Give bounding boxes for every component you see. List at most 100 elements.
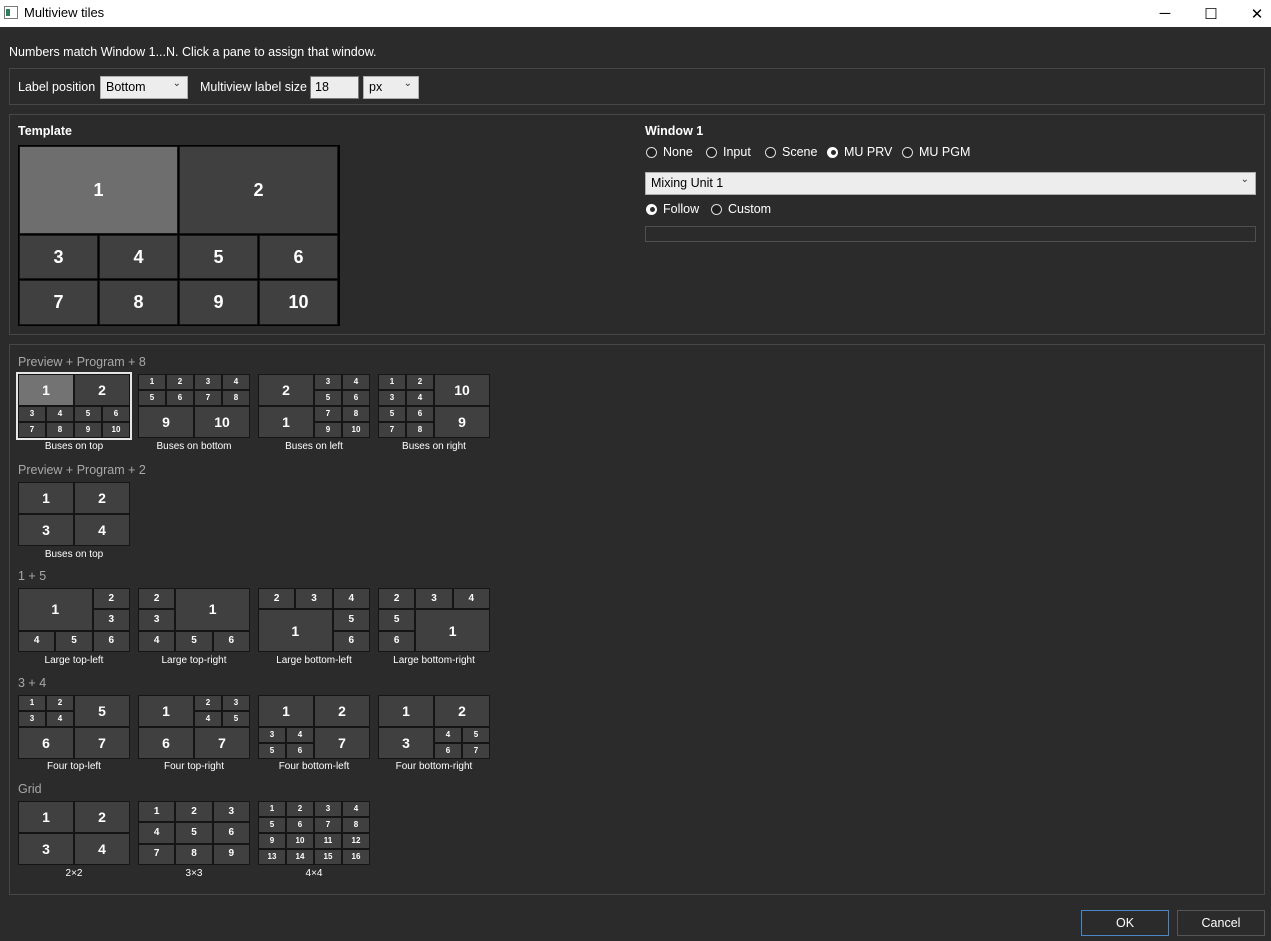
- mode-radio-custom[interactable]: Custom: [711, 202, 771, 216]
- section-title: 3 + 4: [18, 676, 47, 690]
- layout-thumb-l-br[interactable]: 234 561: [378, 588, 490, 652]
- thumb-pane: 4: [452, 588, 490, 610]
- minimize-button[interactable]: ─: [1142, 0, 1188, 27]
- thumb-pane: 8: [175, 843, 213, 865]
- thumb-pane: 11: [314, 833, 342, 849]
- cancel-button[interactable]: Cancel: [1177, 910, 1265, 936]
- thumb-pane: 5: [55, 630, 93, 652]
- thumb-pane: 4: [222, 374, 250, 390]
- layout-thumb-f-tl[interactable]: 1234567: [18, 695, 130, 759]
- thumb-pane: 7: [314, 727, 370, 759]
- thumb-pane: 3: [415, 588, 453, 610]
- label-size-input[interactable]: 18: [310, 76, 359, 99]
- template-pane[interactable]: 10: [259, 280, 338, 325]
- chevron-down-icon: ⌄: [403, 78, 412, 89]
- layout-thumb-l-bl[interactable]: 234156: [258, 588, 370, 652]
- layout-thumb-g4[interactable]: 1 2 3 4 5 6 7 8 9 10 11 12 13 14 15 16: [258, 801, 370, 865]
- thumb-pane: 1: [378, 695, 434, 727]
- thumb-pane: 10: [286, 833, 314, 849]
- layout-thumb-f-tr[interactable]: 12345 67: [138, 695, 250, 759]
- template-pane[interactable]: 6: [259, 235, 338, 279]
- layout-caption: Four bottom-left: [278, 761, 350, 772]
- radio-label: Scene: [782, 145, 818, 159]
- template-pane[interactable]: 5: [179, 235, 258, 279]
- radio-icon: [711, 203, 722, 215]
- thumb-pane: 1: [18, 482, 74, 514]
- mode-radio-follow[interactable]: Follow: [646, 202, 699, 216]
- layout-thumb-f-br[interactable]: 1234567: [378, 695, 490, 759]
- thumb-pane: 2: [258, 588, 296, 610]
- thumb-pane: 6: [92, 630, 130, 652]
- thumb-pane: 10: [434, 374, 490, 406]
- thumb-pane: 1: [415, 609, 490, 652]
- thumb-pane: 3: [378, 390, 406, 406]
- layout-thumb-p8-right[interactable]: 1 2 3 4 5 6 7 8 10 9: [378, 374, 490, 438]
- layout-thumb-p8-top[interactable]: 1 2 3 4 5 6 7 8 9 10: [16, 372, 132, 440]
- chevron-down-icon: ⌄: [172, 78, 181, 89]
- thumb-pane: 4: [138, 630, 176, 652]
- layout-thumb-l-tr[interactable]: 231456: [138, 588, 250, 652]
- section-title: Preview + Program + 8: [18, 355, 146, 369]
- template-pane[interactable]: 1: [19, 146, 178, 234]
- layout-thumb-p8-bottom[interactable]: 1 2 3 4 5 6 7 8 9 10: [138, 374, 250, 438]
- thumb-pane: 6: [332, 630, 370, 652]
- layout-thumb-p8-left[interactable]: 2 1 3 4 5 6 7 8 9 10: [258, 374, 370, 438]
- thumb-pane: 10: [342, 422, 370, 438]
- thumb-pane: 1: [258, 695, 314, 727]
- thumb-pane: 1: [18, 588, 93, 631]
- source-radio-none[interactable]: None: [646, 145, 693, 159]
- template-pane[interactable]: 8: [99, 280, 178, 325]
- maximize-button[interactable]: ☐: [1188, 0, 1234, 27]
- thumb-pane: 6: [138, 727, 194, 759]
- layout-caption: Buses on top: [44, 441, 104, 452]
- ok-button[interactable]: OK: [1081, 910, 1169, 936]
- thumb-pane: 2: [406, 374, 434, 390]
- close-button[interactable]: ✕: [1234, 0, 1271, 27]
- thumb-pane: 1: [258, 609, 333, 652]
- template-pane[interactable]: 4: [99, 235, 178, 279]
- thumb-pane: 6: [18, 727, 74, 759]
- thumb-pane: 9: [74, 422, 102, 438]
- layout-caption: Four top-left: [47, 761, 101, 772]
- options-panel: [9, 68, 1265, 105]
- thumb-pane: 6: [378, 630, 416, 652]
- thumb-pane: 1: [18, 695, 46, 711]
- thumb-pane: 5: [175, 630, 213, 652]
- layout-thumb-g3[interactable]: 123 456 789: [138, 801, 250, 865]
- thumb-pane: 3: [314, 801, 342, 817]
- chevron-down-icon: ⌄: [1240, 174, 1249, 185]
- thumb-pane: 3: [212, 801, 250, 823]
- source-radio-scene[interactable]: Scene: [765, 145, 817, 159]
- thumb-pane: 7: [194, 727, 250, 759]
- thumb-pane: 4: [406, 390, 434, 406]
- template-pane[interactable]: 3: [19, 235, 98, 279]
- radio-icon: [902, 146, 913, 158]
- layout-thumb-g2[interactable]: 1234: [18, 801, 130, 865]
- label-size-label: Multiview label size: [200, 80, 307, 94]
- source-radio-mu-pgm[interactable]: MU PGM: [902, 145, 970, 159]
- thumb-pane: 3: [194, 374, 222, 390]
- source-radio-mu-prv[interactable]: MU PRV: [827, 145, 892, 159]
- thumb-pane: 5: [74, 695, 130, 727]
- layout-caption: Buses on bottom: [156, 441, 232, 452]
- unit-select[interactable]: px ⌄: [363, 76, 419, 99]
- thumb-pane: 4: [138, 822, 176, 844]
- template-pane[interactable]: 9: [179, 280, 258, 325]
- template-pane[interactable]: 2: [179, 146, 338, 234]
- thumb-pane: 9: [212, 843, 250, 865]
- mixing-unit-select[interactable]: Mixing Unit 1 ⌄: [645, 172, 1256, 195]
- thumb-pane: 5: [175, 822, 213, 844]
- thumb-pane: 6: [342, 390, 370, 406]
- thumb-pane: 8: [406, 422, 434, 438]
- layout-thumb-f-bl[interactable]: 12 34567: [258, 695, 370, 759]
- custom-source-field[interactable]: [645, 226, 1256, 242]
- layout-thumb-l-tl[interactable]: 123 456: [18, 588, 130, 652]
- label-position-select[interactable]: Bottom ⌄: [100, 76, 188, 99]
- radio-icon: [706, 146, 717, 158]
- layout-thumb-p2-top[interactable]: 1234: [18, 482, 130, 546]
- thumb-pane: 5: [378, 406, 406, 422]
- source-radio-input[interactable]: Input: [706, 145, 751, 159]
- thumb-pane: 1: [258, 406, 314, 438]
- template-pane[interactable]: 7: [19, 280, 98, 325]
- unit-value: px: [369, 80, 383, 94]
